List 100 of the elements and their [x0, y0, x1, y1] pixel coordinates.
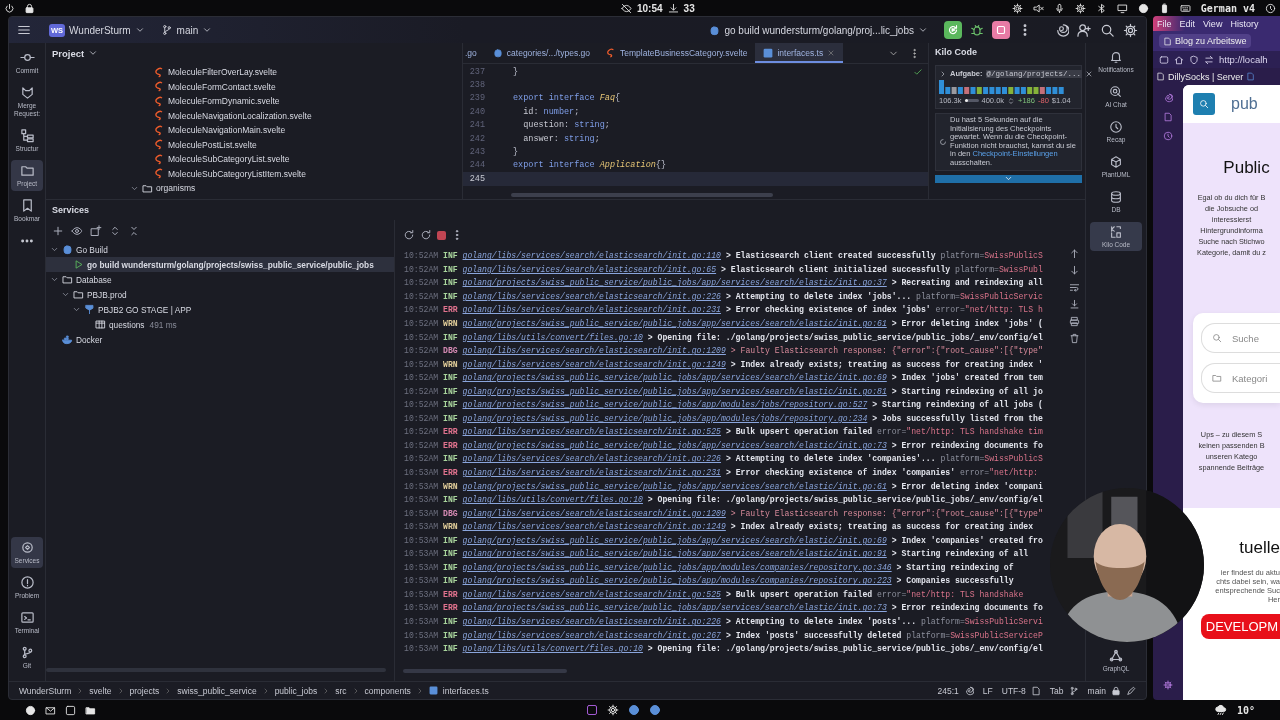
branch-selector[interactable]: main — [160, 24, 213, 36]
stop-button[interactable] — [992, 21, 1010, 39]
file-tree-item[interactable]: MoleculeNavigationLocalization.svelte — [154, 108, 462, 123]
tree-item[interactable]: Database — [46, 272, 394, 287]
swap-icon[interactable] — [1204, 54, 1214, 65]
refresh-icon[interactable] — [420, 229, 432, 241]
source-link[interactable]: golang/libs/services/search/elasticsearch/init.go:267 — [462, 630, 721, 640]
mail-icon[interactable] — [45, 704, 56, 716]
eye-off-icon[interactable] — [621, 2, 632, 14]
lock-icon[interactable] — [1111, 685, 1121, 696]
chevron-icon[interactable] — [50, 275, 59, 284]
source-link[interactable]: golang/projects/swiss_public_service/public_jobs/app/services/search/elastic/init.go:61 — [462, 319, 887, 328]
source-link[interactable]: golang/libs/utils/convert/files.go:10 — [462, 332, 643, 342]
home-icon[interactable] — [1174, 54, 1184, 65]
develop-button[interactable]: DEVELOPM — [1200, 614, 1280, 639]
close-icon[interactable] — [1085, 69, 1093, 78]
file-tree-item[interactable]: MoleculeFilterOverLay.svelte — [154, 65, 462, 80]
branch-icon[interactable] — [1068, 685, 1079, 696]
breadcrumb[interactable]: WunderSturm — [19, 685, 72, 696]
file-tree-item[interactable]: MoleculeSubCategoryList.svelte — [154, 152, 462, 167]
menu-item[interactable]: View — [1203, 18, 1223, 29]
source-link[interactable]: golang/libs/services/search/elasticsearch/init.go:65 — [462, 264, 717, 274]
browser-tab[interactable]: Blog zu Arbeitswe — [1159, 34, 1251, 48]
file-tree-item[interactable]: organisms — [130, 181, 462, 196]
source-link[interactable]: golang/libs/services/search/elasticsearch/init.go:226 — [462, 454, 721, 464]
chevron-icon[interactable] — [50, 245, 59, 254]
search-button[interactable] — [1193, 93, 1215, 115]
app-icon[interactable] — [586, 704, 598, 716]
indent-icon[interactable] — [1030, 685, 1041, 696]
print-icon[interactable] — [1068, 316, 1080, 327]
file-tree-item[interactable]: MoleculeNavigationMain.svelte — [154, 123, 462, 138]
indent[interactable]: Tab — [1049, 685, 1064, 696]
chevron-icon[interactable] — [939, 69, 947, 78]
breadcrumb[interactable]: interfaces.ts — [442, 685, 489, 696]
source-link[interactable]: golang/projects/swiss_public_service/public_jobs/app/services/search/elastic/init.go:91 — [462, 549, 887, 559]
spiral-icon[interactable] — [1054, 22, 1069, 38]
cursor-position[interactable]: 245:1 — [937, 685, 959, 696]
scrollbar-thumb[interactable] — [403, 669, 567, 673]
expand-icon[interactable] — [109, 225, 121, 237]
chevron-icon[interactable] — [61, 290, 70, 299]
breadcrumb[interactable]: src — [335, 685, 347, 696]
app-icon[interactable] — [628, 704, 640, 716]
source-link[interactable]: golang/libs/services/search/elasticsearch/init.go:1209 — [462, 346, 726, 356]
source-link[interactable]: golang/libs/services/search/elasticsearch/init.go:1249 — [462, 359, 726, 369]
source-link[interactable]: golang/projects/swiss_public_service/public_jobs/app/modules/companies/repository.go:223 — [462, 576, 892, 586]
page-icon[interactable] — [1163, 112, 1173, 122]
source-link[interactable]: golang/projects/swiss_public_service/public_jobs/app/services/search/elastic/init.go:73 — [462, 440, 887, 450]
source-link[interactable]: golang/projects/swiss_public_service/public_jobs/app/services/search/elastic/init.go:81 — [462, 386, 887, 396]
eye-icon[interactable] — [71, 225, 83, 237]
source-link[interactable]: golang/projects/swiss_public_service/public_jobs/app/modules/companies/repository.go:346 — [462, 562, 892, 572]
line-ending[interactable]: LF — [982, 685, 993, 696]
add-icon[interactable] — [52, 225, 64, 237]
collapse-icon[interactable] — [128, 225, 140, 237]
breadcrumb[interactable]: components — [364, 685, 411, 696]
encoding[interactable]: UTF-8 — [1001, 685, 1026, 696]
tree-item[interactable]: Docker — [46, 332, 394, 347]
shield-icon[interactable] — [1189, 54, 1199, 65]
download-icon[interactable] — [667, 2, 679, 14]
source-link[interactable]: golang/libs/services/search/elasticsearch/init.go:226 — [462, 291, 721, 301]
sidebar-icon[interactable] — [1159, 54, 1169, 65]
git-branch[interactable]: main — [1087, 685, 1106, 696]
editor-tab[interactable]: interfaces.ts — [755, 43, 844, 63]
bluetooth-icon[interactable] — [1095, 2, 1107, 14]
breadcrumb[interactable]: public_jobs — [274, 685, 318, 696]
source-link[interactable]: golang/libs/services/search/elasticsearch/init.go:231 — [462, 468, 721, 477]
bug-icon[interactable] — [970, 23, 984, 37]
source-link[interactable]: golang/projects/swiss_public_service/public_jobs/app/services/search/elastic/init.go:69 — [462, 535, 887, 545]
source-link[interactable]: golang/libs/services/search/elasticsearch/init.go:226 — [462, 617, 721, 627]
category-field[interactable]: Kategori — [1201, 363, 1280, 393]
lock-icon[interactable] — [24, 2, 35, 14]
keyboard-icon[interactable] — [1179, 2, 1191, 14]
chevron-icon[interactable] — [72, 305, 81, 314]
folder-icon[interactable] — [85, 704, 96, 716]
source-link[interactable]: golang/libs/services/search/elasticsearch/init.go:525 — [462, 427, 721, 437]
expand-button[interactable] — [935, 174, 1082, 183]
source-link[interactable]: golang/projects/swiss_public_service/public_jobs/app/services/search/elastic/init.go:61 — [462, 481, 887, 491]
scrollbar-thumb[interactable] — [511, 193, 773, 197]
source-link[interactable]: golang/libs/utils/convert/files.go:10 — [462, 495, 643, 505]
file-tree-item[interactable]: MoleculeFormContact.svelte — [154, 79, 462, 94]
menu-item[interactable]: History — [1230, 18, 1259, 29]
clock-icon[interactable] — [1163, 131, 1173, 141]
monitor-icon[interactable] — [1116, 2, 1128, 14]
file-tree-item[interactable]: MoleculeSubCategoryListItem.svelte — [154, 166, 462, 181]
breadcrumb[interactable]: projects — [129, 685, 160, 696]
search-field[interactable]: Suche — [1201, 323, 1280, 353]
tree-item[interactable]: PBJB2 GO STAGE | APP — [46, 302, 394, 317]
new-tab-icon[interactable] — [90, 225, 102, 237]
breadcrumb[interactable]: swiss_public_service — [177, 685, 257, 696]
menu-item[interactable]: File — [1157, 18, 1172, 29]
source-link[interactable]: golang/libs/services/search/elasticsearch/init.go:1249 — [462, 522, 726, 532]
tree-item[interactable]: Go Build — [46, 242, 394, 257]
panel-title[interactable]: Project — [52, 47, 85, 59]
source-link[interactable]: golang/projects/swiss_public_service/public_jobs/app/services/search/elastic/init.go:73 — [462, 603, 887, 613]
refresh-icon[interactable] — [403, 229, 415, 241]
pen-icon[interactable] — [1126, 685, 1136, 696]
source-link[interactable]: golang/libs/services/search/elasticsearch/init.go:110 — [462, 251, 721, 261]
microphone-icon[interactable] — [1053, 2, 1065, 14]
source-link[interactable]: golang/projects/swiss_public_service/public_jobs/app/services/search/elastic/init.go:37 — [462, 278, 887, 288]
menu-item[interactable]: Edit — [1179, 18, 1196, 29]
power-icon[interactable] — [4, 2, 15, 14]
